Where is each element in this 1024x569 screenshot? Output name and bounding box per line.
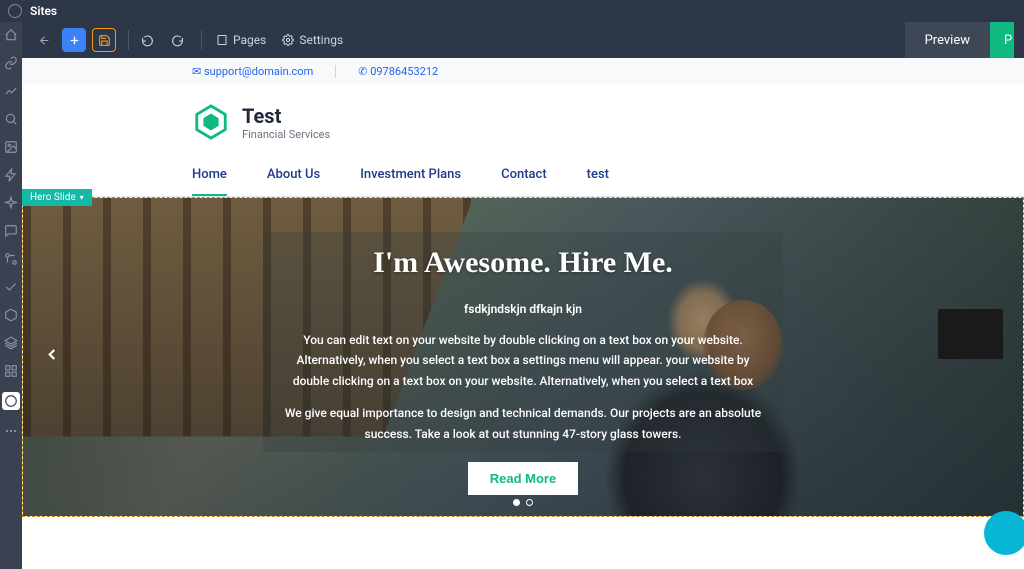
pages-button[interactable]: Pages <box>208 33 274 47</box>
separator <box>201 30 202 50</box>
add-button[interactable] <box>62 28 86 52</box>
rail-analytics-icon[interactable] <box>4 84 18 98</box>
settings-label: Settings <box>299 33 343 47</box>
hero-title[interactable]: I'm Awesome. Hire Me. <box>373 246 673 280</box>
nav-investment[interactable]: Investment Plans <box>360 167 461 196</box>
nav-about[interactable]: About Us <box>267 167 320 196</box>
brand-name[interactable]: Test <box>242 104 330 128</box>
rail-cube-icon[interactable] <box>4 308 18 322</box>
rail-link-icon[interactable] <box>4 56 18 70</box>
app-topbar: Sites <box>0 0 1024 22</box>
rail-search-icon[interactable] <box>4 112 18 126</box>
rail-active-icon[interactable] <box>2 392 20 410</box>
rail-sparkle-icon[interactable] <box>4 196 18 210</box>
hero-cta-button[interactable]: Read More <box>468 462 578 495</box>
hero-slider[interactable]: I'm Awesome. Hire Me. fsdkjndskjn dfkajn… <box>22 197 1024 517</box>
publish-button[interactable]: P <box>990 22 1014 58</box>
hero-block-tag[interactable]: Hero Slide <box>22 189 92 206</box>
brand-bar: Test Financial Services <box>22 85 1024 155</box>
brand-logo-icon <box>192 103 230 141</box>
undo-button[interactable] <box>135 28 159 52</box>
redo-button[interactable] <box>165 28 189 52</box>
chat-bubble-button[interactable] <box>984 511 1024 555</box>
main-nav: Home About Us Investment Plans Contact t… <box>22 155 1024 197</box>
rail-puzzle-icon[interactable] <box>4 252 18 266</box>
brand-tagline[interactable]: Financial Services <box>242 128 330 141</box>
save-button[interactable] <box>92 28 116 52</box>
hero-content: I'm Awesome. Hire Me. fsdkjndskjn dfkajn… <box>23 198 1023 516</box>
hero-subtitle[interactable]: fsdkjndskjn dfkajn kjn <box>464 302 582 316</box>
rail-layers-icon[interactable] <box>4 336 18 350</box>
rail-home-icon[interactable] <box>4 28 18 42</box>
phone-link[interactable]: ✆ 09786453212 <box>358 65 438 78</box>
back-button[interactable] <box>32 28 56 52</box>
slider-prev-button[interactable] <box>37 339 67 376</box>
rail-check-icon[interactable] <box>4 280 18 294</box>
left-rail <box>0 22 22 569</box>
rail-image-icon[interactable] <box>4 140 18 154</box>
editor-toolbar: Pages Settings Preview P <box>22 22 1024 58</box>
email-link[interactable]: ✉ support@domain.com <box>192 65 313 78</box>
nav-home[interactable]: Home <box>192 167 227 196</box>
nav-test[interactable]: test <box>587 167 609 196</box>
nav-contact[interactable]: Contact <box>501 167 547 196</box>
hero-paragraph-1[interactable]: You can edit text on your website by dou… <box>283 330 763 391</box>
pages-label: Pages <box>233 33 266 47</box>
editor-area: Pages Settings Preview P ✉ support@domai… <box>22 22 1024 569</box>
contact-bar: ✉ support@domain.com ✆ 09786453212 <box>22 58 1024 85</box>
preview-button[interactable]: Preview <box>905 22 990 58</box>
settings-button[interactable]: Settings <box>274 33 351 47</box>
hero-paragraph-2[interactable]: We give equal importance to design and t… <box>283 403 763 444</box>
separator <box>128 30 129 50</box>
rail-comment-icon[interactable] <box>4 224 18 238</box>
rail-grid-icon[interactable] <box>4 364 18 378</box>
rail-more-icon[interactable] <box>4 424 18 438</box>
app-logo-icon <box>8 4 22 18</box>
rail-bolt-icon[interactable] <box>4 168 18 182</box>
app-title: Sites <box>30 4 57 18</box>
canvas: ✉ support@domain.com ✆ 09786453212 Test … <box>22 58 1024 569</box>
